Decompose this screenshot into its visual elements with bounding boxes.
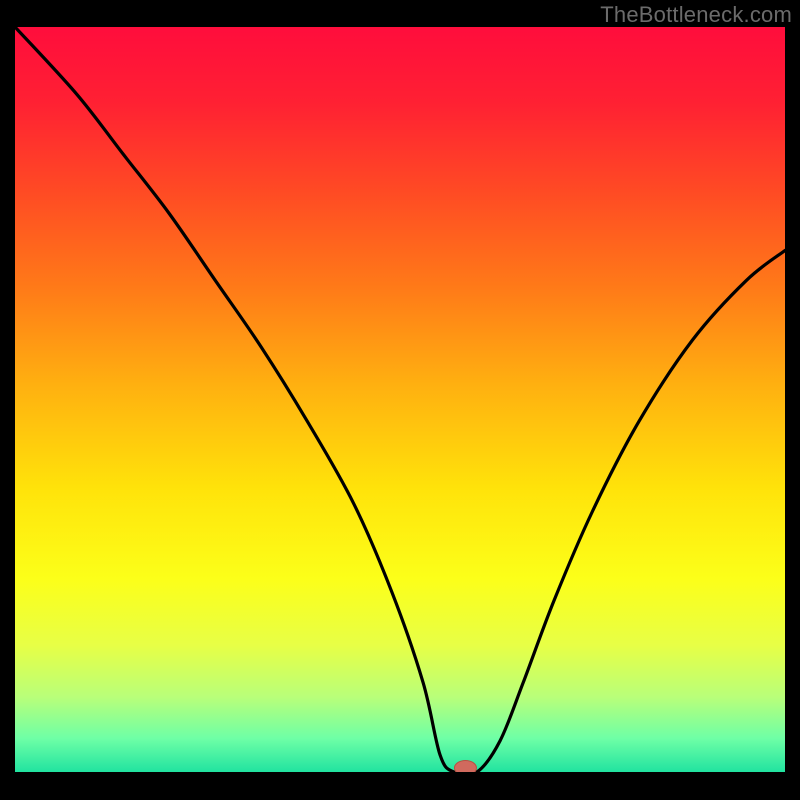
chart-stage: TheBottleneck.com xyxy=(0,0,800,800)
bottleneck-chart xyxy=(0,0,800,800)
attribution-label: TheBottleneck.com xyxy=(600,2,792,28)
optimum-dot xyxy=(454,761,476,776)
plot-background xyxy=(15,27,785,772)
